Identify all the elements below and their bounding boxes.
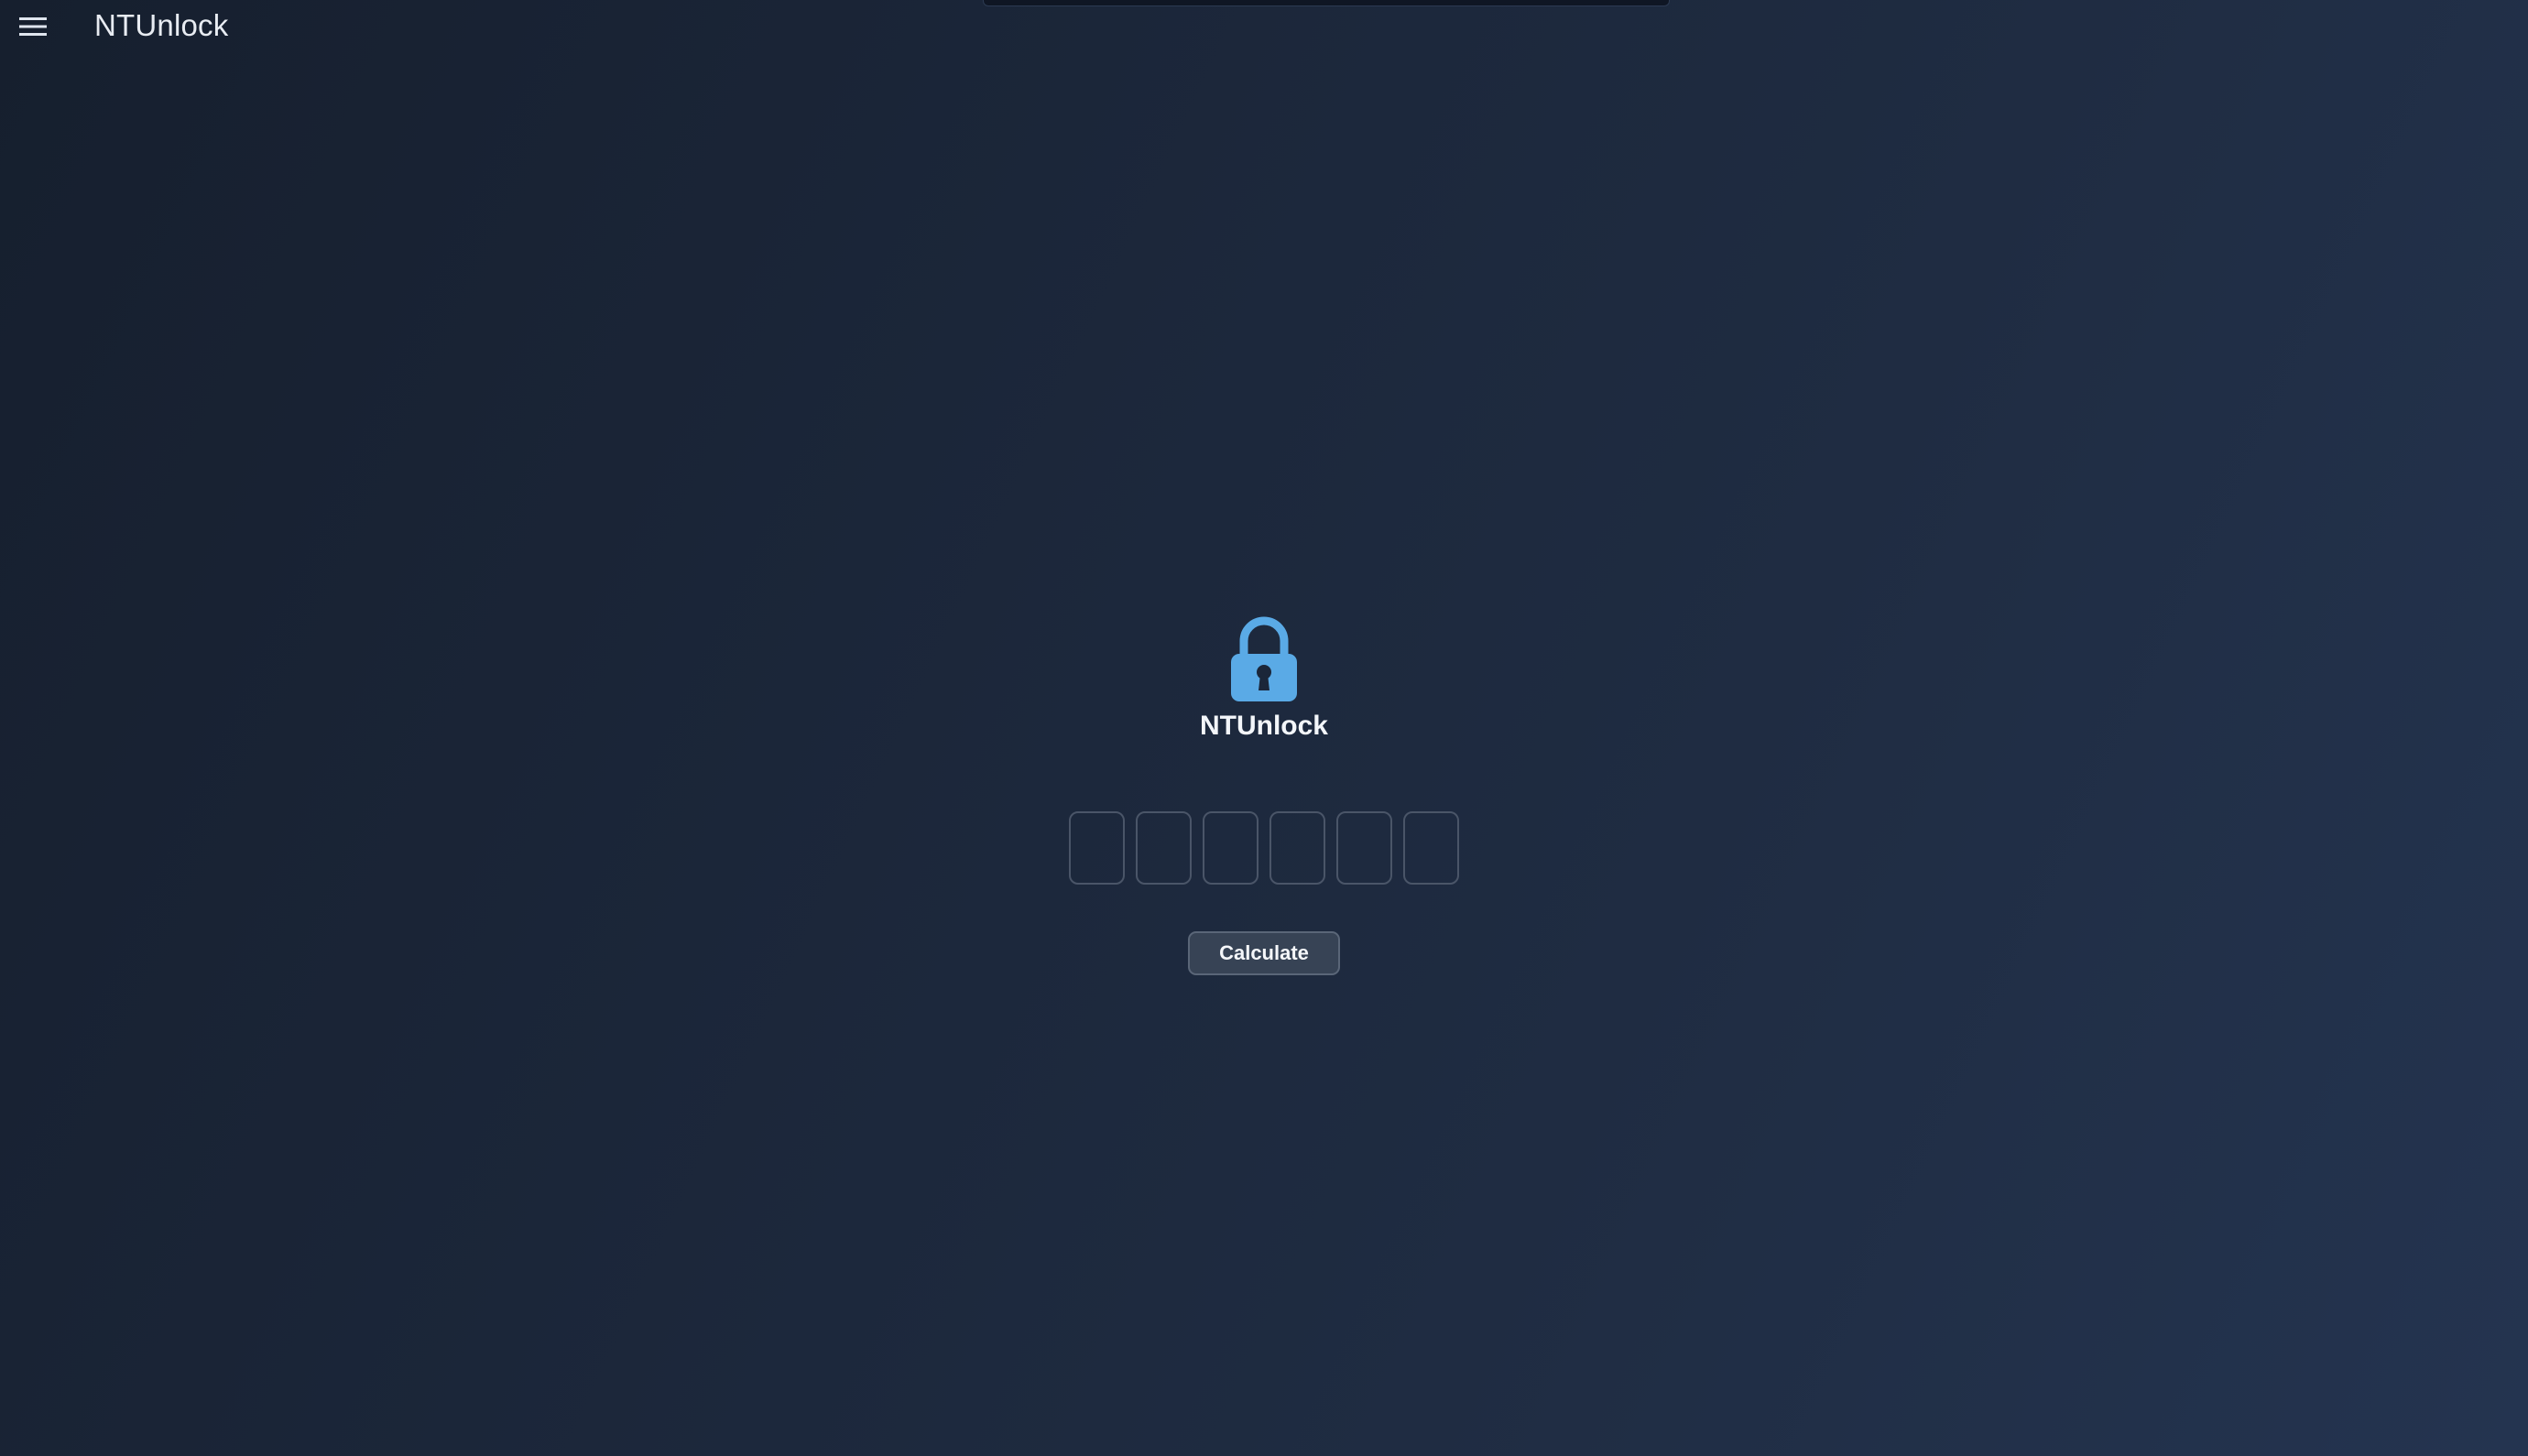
calculate-button[interactable]: Calculate [1188,931,1340,975]
padlock-icon [1231,616,1297,701]
code-digit-1[interactable] [1069,811,1125,885]
app-bar: NTUnlock [0,0,2528,51]
code-digit-6[interactable] [1403,811,1459,885]
unlock-panel: NTUnlock Calculate [0,614,2528,975]
app-title: NTUnlock [94,8,229,42]
code-digit-4[interactable] [1269,811,1325,885]
code-digit-3[interactable] [1203,811,1259,885]
brand-name: NTUnlock [1199,711,1328,741]
code-input-group [1069,811,1459,885]
code-digit-2[interactable] [1136,811,1192,885]
hamburger-menu-icon [19,17,47,36]
code-digit-5[interactable] [1336,811,1392,885]
menu-button[interactable] [13,9,53,44]
